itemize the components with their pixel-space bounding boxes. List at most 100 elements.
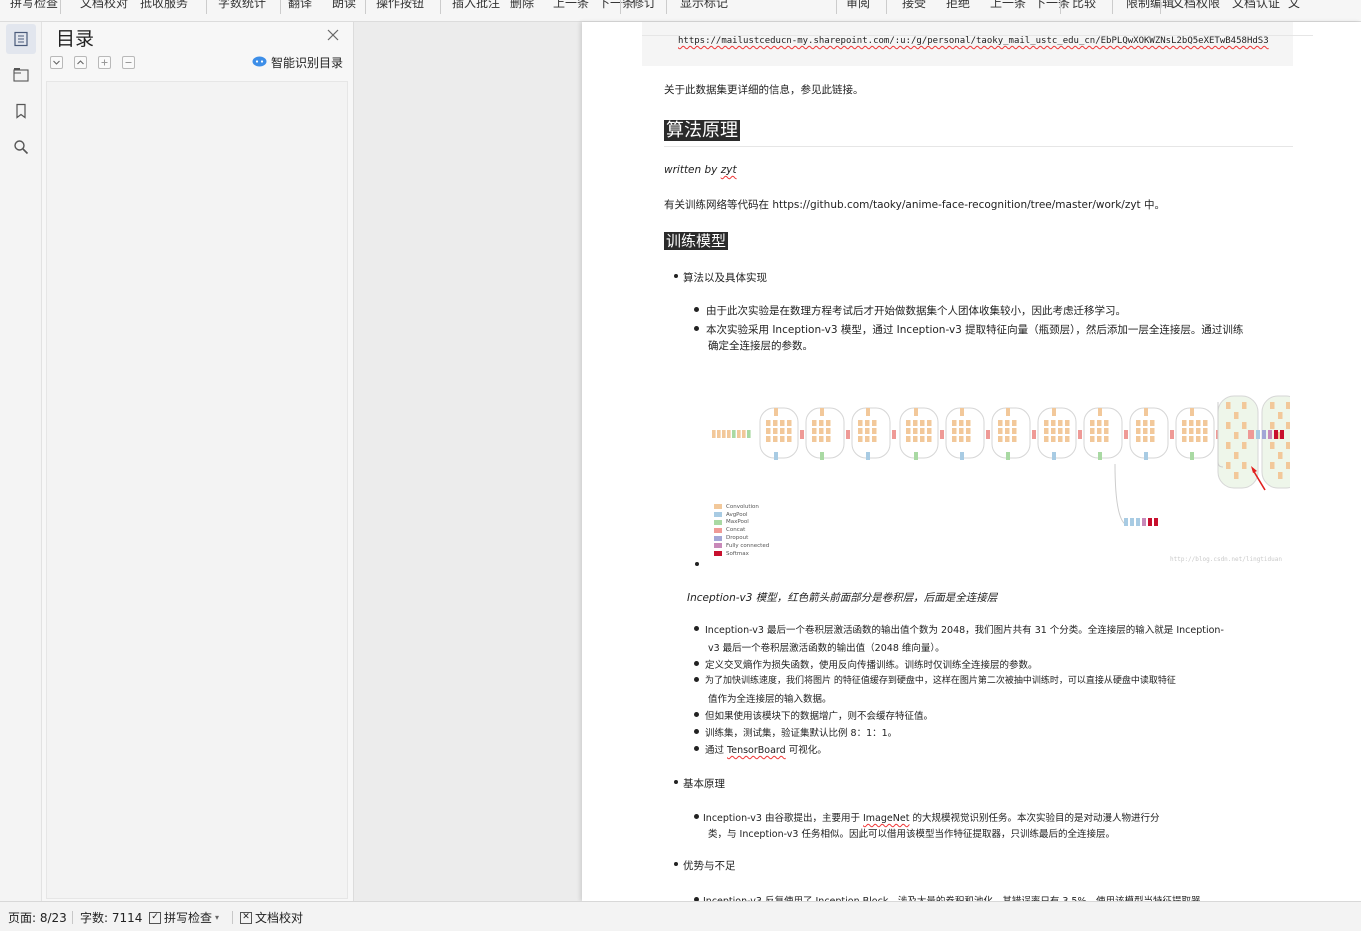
side-rail: [0, 22, 42, 901]
toolbar-item[interactable]: 文档校对: [80, 0, 128, 11]
toolbar-item[interactable]: 下一条: [598, 0, 634, 11]
legend-label: Concat: [726, 527, 746, 534]
document-page[interactable]: https://mailustceducn-my.sharepoint.com/…: [582, 22, 1361, 901]
diagram-legend: Convolution AvgPool MaxPool Concat Dropout Fu…: [714, 503, 769, 558]
toolbar-item[interactable]: 翻译: [288, 0, 312, 11]
toolbar-item[interactable]: 文档认证: [1232, 0, 1280, 11]
detail-4: 但如果使用该模块下的数据增广，则不会缓存特征值。: [705, 711, 934, 722]
legend-entry: Fully connected: [714, 542, 769, 550]
code-location: 有关训练网络等代码在 https://github.com/taoky/anim…: [664, 199, 1166, 211]
legend-label: Fully connected: [726, 542, 770, 549]
toolbar-item[interactable]: 朗读: [332, 0, 356, 11]
proofread-button[interactable]: ✕ 文档校对: [240, 909, 303, 926]
legend-swatch: [714, 535, 722, 541]
toc-list[interactable]: [46, 81, 348, 899]
figure-caption: Inception-v3 模型，红色箭头前面部分是卷积层，后面是全连接层: [687, 592, 998, 604]
detail-3a: 为了加快训练速度，我们将图片 的特征值缓存到硬盘中，这样在图片第二次被抽中训练时…: [705, 676, 1176, 686]
toolbar-item[interactable]: 文: [1288, 0, 1300, 11]
code-url[interactable]: https://mailustceducn-my.sharepoint.com/…: [678, 36, 1269, 46]
toolbar-item[interactable]: 上一条: [990, 0, 1026, 11]
toolbar-item[interactable]: 修订: [632, 0, 656, 11]
legend-entry: Concat: [714, 526, 769, 534]
legend-swatch: [714, 551, 722, 557]
bullet: [694, 814, 699, 819]
toolbar-separator: [365, 0, 366, 14]
bullet: [694, 712, 699, 717]
intro-text: 关于此数据集更详细的信息，参见此链接。: [664, 84, 864, 96]
page-indicator[interactable]: 页面: 8/23: [8, 909, 67, 926]
legend-entry: Softmax: [714, 550, 769, 558]
toolbar-item[interactable]: 显示标记: [680, 0, 728, 11]
bullet: [674, 274, 678, 278]
detail-5: 训练集，测试集，验证集默认比例 8：1：1。: [705, 728, 898, 739]
toc-panel: 目录 智能识别目录: [42, 22, 354, 901]
toolbar-separator: [886, 0, 887, 14]
search-icon[interactable]: [6, 132, 36, 162]
toolbar-item[interactable]: 文档权限: [1172, 0, 1220, 11]
toolbar-item[interactable]: 操作按钮: [376, 0, 424, 11]
bullet: [694, 326, 699, 331]
inception-diagram: [712, 395, 1290, 526]
legend-swatch: [714, 519, 722, 525]
impl-item-2a: 本次实验采用 Inception-v3 模型，通过 Inception-v3 提…: [706, 324, 1244, 336]
smart-toc-label: 智能识别目录: [271, 56, 344, 70]
toolbar-separator: [440, 0, 441, 14]
bullet: [694, 729, 699, 734]
pros-1: Inception-v3 反复使用了 Inception Block，涉及大量的…: [703, 893, 1201, 901]
smart-toc-icon: [252, 56, 267, 70]
legend-swatch: [714, 527, 722, 533]
close-icon[interactable]: [326, 28, 340, 42]
toolbar-item[interactable]: 上一条: [553, 0, 589, 11]
legend-swatch: [714, 504, 722, 510]
spell-check-button[interactable]: ✓ 拼写检查 ▾: [149, 909, 219, 926]
toolbar-item[interactable]: 审阅: [846, 0, 870, 11]
bullet: [674, 862, 678, 866]
spell-check-label: 拼写检查: [164, 911, 213, 925]
bullet: [694, 626, 699, 631]
basic-1b: 类，与 Inception-v3 任务相似。因此可以借用该模型当作特征提取器，只…: [708, 829, 1115, 840]
image-watermark: http://blog.csdn.net/lingtiduan: [1170, 556, 1282, 563]
legend-label: Dropout: [726, 535, 749, 542]
proofread-label: 文档校对: [255, 911, 304, 925]
toolbar-item[interactable]: 接受: [902, 0, 926, 11]
legend-swatch: [714, 543, 722, 549]
bookmark-icon[interactable]: [6, 96, 36, 126]
legend-entry: Convolution: [714, 503, 769, 511]
ribbon-toolbar: 拼写检查 文档校对 抵收服务 字数统计 翻译 朗读 操作按钮 插入批注 删除 上一条 下一条 修订 显示…: [0, 0, 1361, 22]
legend-label: MaxPool: [726, 519, 749, 526]
toc-title: 目录: [56, 28, 95, 50]
outline-icon[interactable]: [6, 60, 36, 90]
expand-all-icon[interactable]: [50, 56, 63, 69]
stem-layers: [712, 430, 751, 438]
add-level-icon[interactable]: [98, 56, 111, 69]
toolbar-item[interactable]: 拒绝: [946, 0, 970, 11]
toolbar-separator: [1112, 0, 1113, 14]
toc-icon[interactable]: [6, 24, 36, 54]
smart-toc-button[interactable]: 智能识别目录: [252, 54, 343, 71]
toolbar-item[interactable]: 比较: [1072, 0, 1096, 11]
toolbar-item[interactable]: 抵收服务: [140, 0, 188, 11]
detail-2: 定义交叉熵作为损失函数，使用反向传播训练。训练时仅训练全连接层的参数。: [705, 660, 1038, 671]
detail-3b: 值作为全连接层的输入数据。: [708, 694, 832, 705]
toolbar-separator: [60, 0, 61, 14]
toolbar-item[interactable]: 限制编辑: [1126, 0, 1174, 11]
word-count[interactable]: 字数: 7114: [80, 909, 142, 926]
remove-level-icon[interactable]: [122, 56, 135, 69]
proofread-icon: ✕: [240, 911, 252, 924]
legend-entry: MaxPool: [714, 519, 769, 527]
toolbar-separator: [836, 0, 837, 14]
bullet: [694, 307, 699, 312]
toolbar-separator: [280, 0, 281, 14]
toolbar-item[interactable]: 删除: [510, 0, 534, 11]
legend-label: AvgPool: [726, 511, 748, 518]
toolbar-item[interactable]: 插入批注: [452, 0, 500, 11]
collapse-all-icon[interactable]: [74, 56, 87, 69]
checkbox-icon: ✓: [149, 911, 161, 924]
bullet: [694, 677, 699, 682]
toolbar-separator: [1060, 0, 1061, 14]
legend-label: Convolution: [726, 503, 759, 510]
toolbar-separator: [1160, 0, 1161, 14]
toolbar-item[interactable]: 字数统计: [218, 0, 266, 11]
toolbar-item[interactable]: 下一条: [1034, 0, 1070, 11]
toolbar-item[interactable]: 拼写检查: [10, 0, 58, 11]
